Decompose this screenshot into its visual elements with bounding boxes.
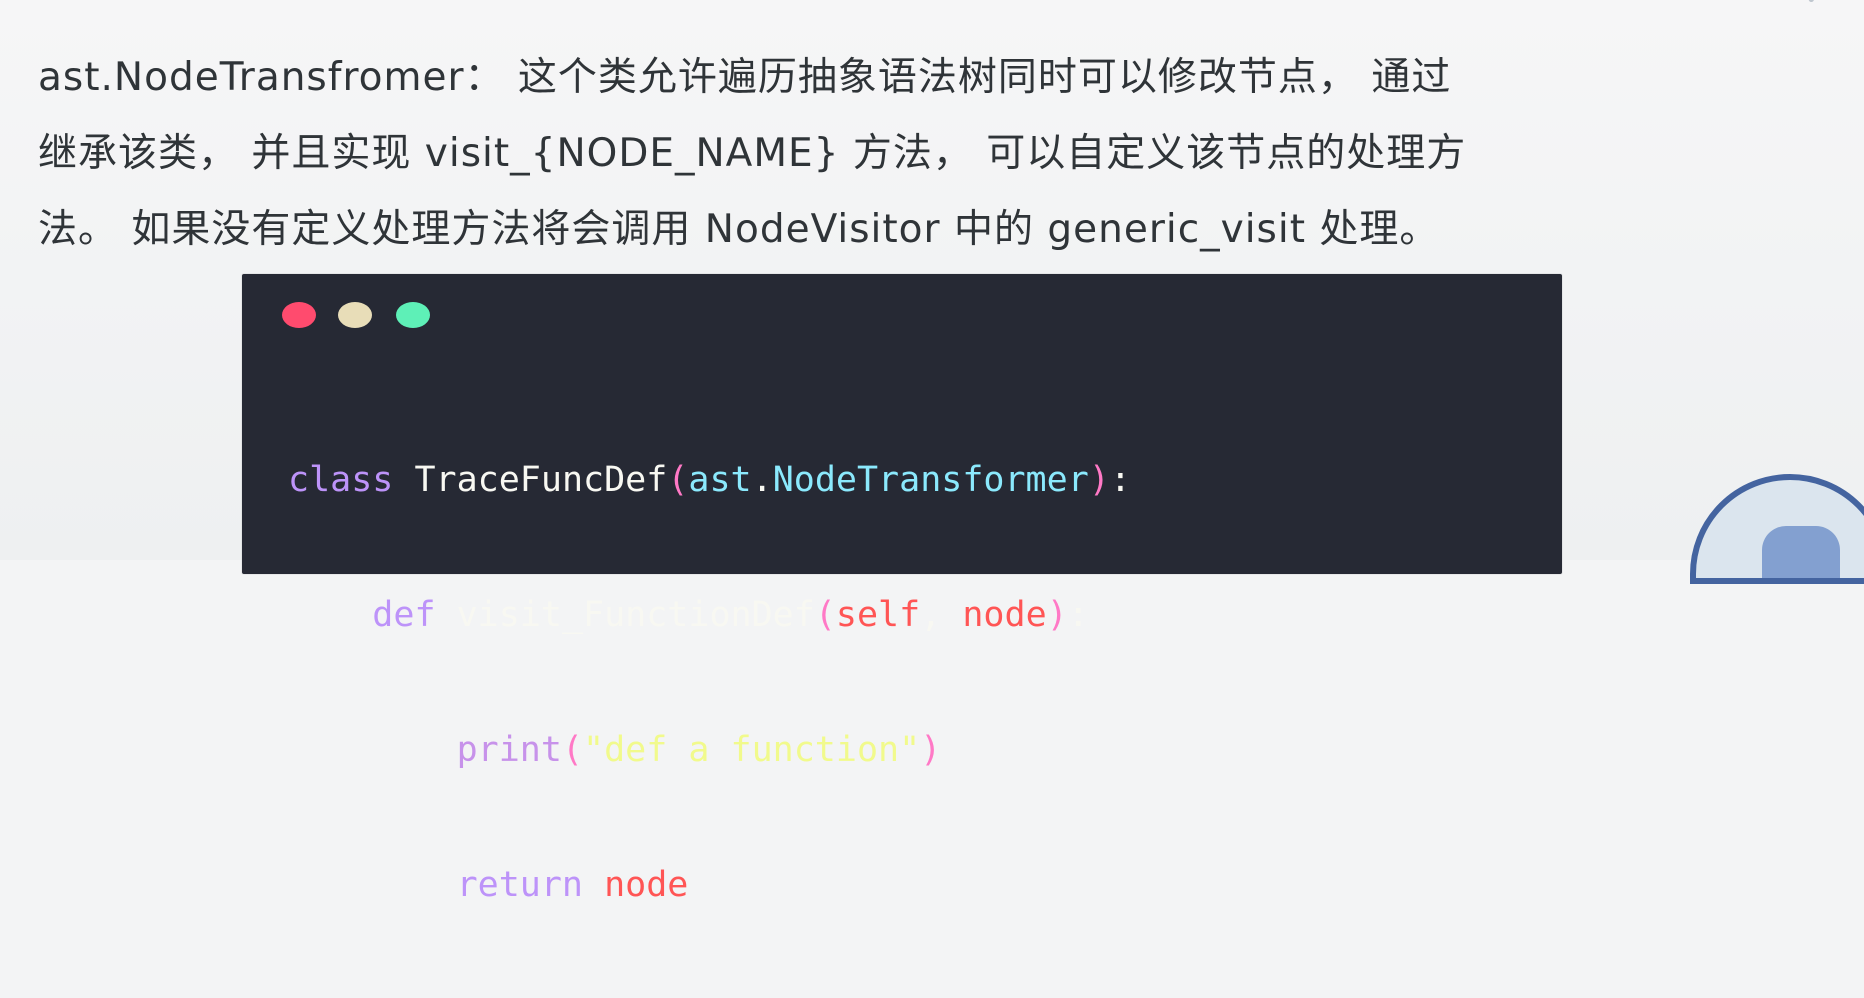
base-class-name: NodeTransformer [772,460,1089,500]
code-paren: ( [667,460,689,500]
top-right-mark: • [1806,0,1817,11]
slide-background: • ast.NodeTransfromer： 这个类允许遍历抽象语法树同时可以修… [0,0,1864,905]
code-keyword: class [288,460,394,500]
code-keyword: return [456,865,584,905]
yellow-dot-icon [338,302,372,328]
class-name: TraceFuncDef [414,460,668,500]
code-block: class TraceFuncDef(ast.NodeTransformer):… [288,368,1131,998]
code-colon: : [1067,595,1089,635]
code-dot: . [751,460,773,500]
code-line-2: def visit_FunctionDef(self, node): [288,593,1131,638]
code-paren: ) [1088,460,1110,500]
red-dot-icon [282,302,316,328]
code-window: class TraceFuncDef(ast.NodeTransformer):… [242,274,1562,905]
code-keyword: def [372,595,436,635]
python-logo-icon [1690,474,1864,584]
description-paragraph: ast.NodeTransfromer： 这个类允许遍历抽象语法树同时可以修改节… [38,40,1828,268]
paragraph-line-2: 继承该类， 并且实现 visit_{NODE_NAME} 方法， 可以自定义该节… [38,131,1467,176]
code-paren: ) [1046,595,1068,635]
code-paren: ( [561,730,584,770]
code-comma: , [920,595,963,635]
code-string: "def a function" [583,730,921,770]
node-param: node [962,595,1047,635]
python-logo-inner-icon [1762,526,1840,578]
paragraph-line-1: ast.NodeTransfromer： 这个类允许遍历抽象语法树同时可以修改节… [38,55,1452,100]
paragraph-line-3: 法。 如果没有定义处理方法将会调用 NodeVisitor 中的 generic… [38,207,1440,252]
code-line-3: print("def a function") [288,728,1131,773]
print-function: print [456,730,562,770]
self-param: self [835,595,921,635]
code-line-4: return node [288,863,1131,908]
green-dot-icon [396,302,430,328]
return-value: node [604,865,689,905]
code-paren: ) [920,730,942,770]
module-name: ast [688,460,752,500]
method-name: visit_FunctionDef [456,595,815,635]
code-colon: : [1109,460,1131,500]
code-paren: ( [814,595,836,635]
code-line-1: class TraceFuncDef(ast.NodeTransformer): [288,458,1131,503]
